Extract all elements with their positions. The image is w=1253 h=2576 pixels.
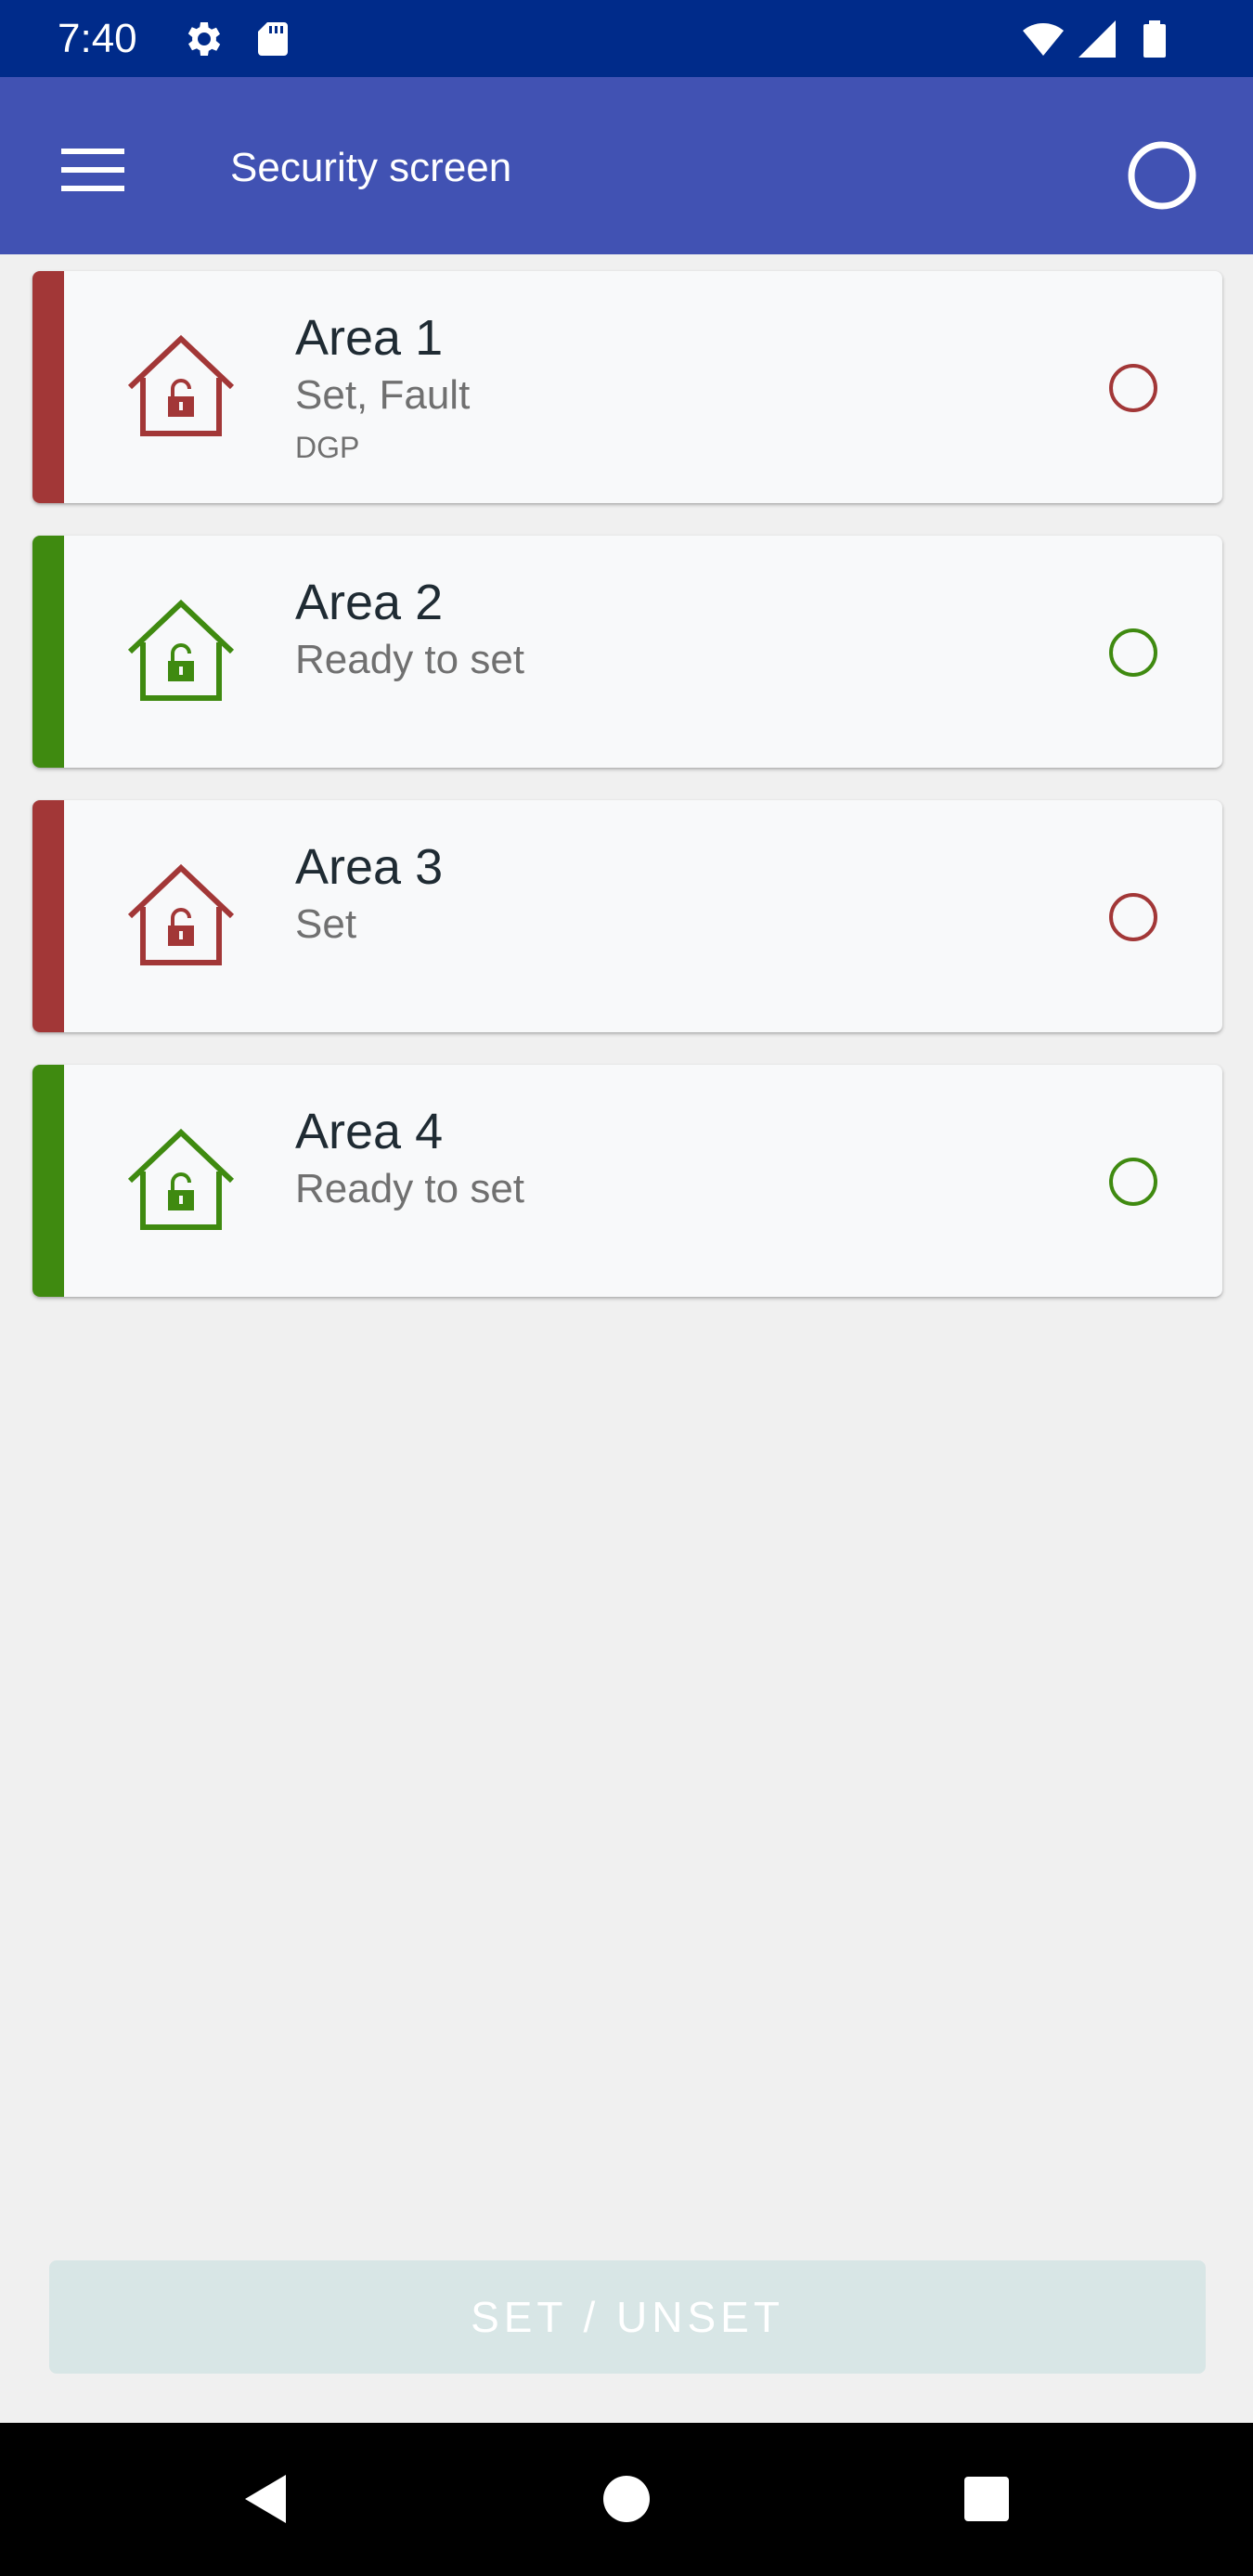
house-lock-icon: [121, 594, 241, 705]
area-card-2[interactable]: Area 2 Ready to set: [32, 536, 1222, 768]
wifi-icon: [1021, 17, 1066, 61]
area-list: Area 1 Set, Fault DGP Area 2 Ready to se…: [32, 271, 1222, 1329]
set-unset-button[interactable]: SET / UNSET: [49, 2260, 1206, 2374]
navigation-bar: [0, 2423, 1253, 2576]
area-status: Ready to set: [295, 637, 525, 682]
area-state-stripe: [32, 271, 64, 503]
signal-icon: [1075, 17, 1119, 61]
house-lock-icon: [121, 330, 241, 441]
area-state-stripe: [32, 800, 64, 1032]
status-indicator-icon: [1107, 891, 1159, 943]
status-bar: 7:40: [0, 0, 1253, 77]
area-status: Ready to set: [295, 1166, 525, 1211]
sd-card-icon: [251, 17, 295, 61]
area-card-4[interactable]: Area 4 Ready to set: [32, 1065, 1222, 1297]
recents-icon[interactable]: [949, 2462, 1024, 2536]
menu-button[interactable]: [48, 125, 137, 214]
area-name: Area 1: [295, 310, 444, 366]
house-lock-icon: [121, 859, 241, 970]
back-icon[interactable]: [228, 2462, 303, 2536]
gear-icon: [180, 17, 225, 61]
area-card-1[interactable]: Area 1 Set, Fault DGP: [32, 271, 1222, 503]
battery-icon: [1132, 17, 1177, 61]
area-name: Area 2: [295, 575, 444, 630]
status-indicator-icon: [1107, 362, 1159, 414]
status-indicator-icon: [1107, 627, 1159, 679]
area-state-stripe: [32, 536, 64, 768]
area-state-stripe: [32, 1065, 64, 1297]
house-lock-icon: [121, 1123, 241, 1235]
status-time: 7:40: [58, 16, 137, 61]
area-name: Area 4: [295, 1104, 444, 1159]
area-card-3[interactable]: Area 3 Set: [32, 800, 1222, 1032]
status-indicator-icon: [1107, 1156, 1159, 1208]
area-status: Set: [295, 901, 357, 947]
app-bar: Security screen: [0, 77, 1253, 254]
area-name: Area 3: [295, 839, 444, 895]
status-ring-button[interactable]: [1119, 133, 1205, 218]
area-detail: DGP: [295, 431, 360, 464]
page-title: Security screen: [230, 145, 512, 190]
area-status: Set, Fault: [295, 372, 471, 418]
home-icon[interactable]: [589, 2462, 664, 2536]
menu-icon: [61, 149, 124, 191]
circle-status-icon: [1128, 141, 1196, 210]
